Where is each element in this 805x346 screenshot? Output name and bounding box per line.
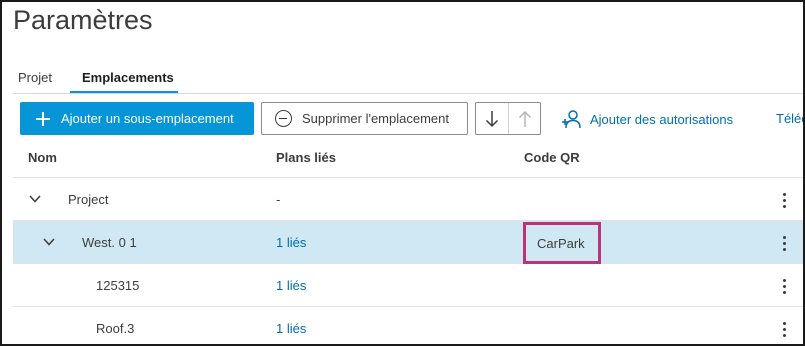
location-name: Roof.3: [96, 321, 135, 336]
chevron-down-icon[interactable]: [42, 235, 56, 249]
add-sub-location-button[interactable]: Ajouter un sous-emplacement: [20, 102, 254, 135]
table-row[interactable]: 125315 1 liés: [13, 264, 803, 307]
delete-location-label: Supprimer l'emplacement: [302, 111, 449, 126]
more-options-icon[interactable]: [779, 191, 789, 209]
qr-code-value: CarPark: [537, 235, 585, 251]
move-down-button[interactable]: [476, 103, 508, 134]
move-up-button[interactable]: [508, 103, 540, 134]
arrow-down-icon: [485, 110, 499, 127]
linked-plans-link[interactable]: 1 liés: [276, 321, 306, 336]
tab-projet[interactable]: Projet: [18, 70, 52, 85]
tabs-divider: [13, 93, 803, 94]
add-user-icon: [562, 110, 581, 129]
location-name: Project: [68, 192, 109, 207]
column-header-name: Nom: [28, 150, 57, 165]
add-permissions-button[interactable]: Ajouter des autorisations: [561, 107, 733, 131]
table-row[interactable]: Project -: [13, 178, 803, 221]
location-name: West. 0 1: [82, 235, 137, 250]
linked-plans-value: -: [276, 192, 281, 207]
download-button[interactable]: Téléc: [776, 111, 803, 126]
delete-location-button[interactable]: Supprimer l'emplacement: [261, 102, 468, 135]
column-header-linked-plans: Plans liés: [276, 150, 336, 165]
tab-emplacements[interactable]: Emplacements: [70, 70, 178, 93]
column-header-qr-code: Code QR: [524, 150, 580, 165]
table-row[interactable]: West. 0 1 1 liés CarPark: [13, 221, 803, 264]
add-sub-location-label: Ajouter un sous-emplacement: [61, 111, 234, 126]
linked-plans-link[interactable]: 1 liés: [276, 278, 306, 293]
more-options-icon[interactable]: [779, 320, 789, 338]
add-permissions-label: Ajouter des autorisations: [590, 111, 734, 127]
arrow-up-icon: [518, 110, 531, 127]
chevron-down-icon[interactable]: [28, 192, 42, 206]
minus-circle-icon: [275, 110, 292, 127]
settings-window: Paramètres Projet Emplacements Ajouter u…: [0, 0, 805, 346]
location-name: 125315: [96, 278, 140, 293]
move-button-group: [475, 102, 541, 135]
table-row[interactable]: Roof.3 1 liés: [13, 307, 803, 344]
qr-code-highlight: CarPark: [523, 222, 601, 264]
linked-plans-link[interactable]: 1 liés: [276, 235, 306, 250]
plus-icon: [36, 111, 50, 126]
more-options-icon[interactable]: [779, 234, 789, 252]
page-title: Paramètres: [13, 5, 153, 35]
more-options-icon[interactable]: [779, 277, 789, 295]
